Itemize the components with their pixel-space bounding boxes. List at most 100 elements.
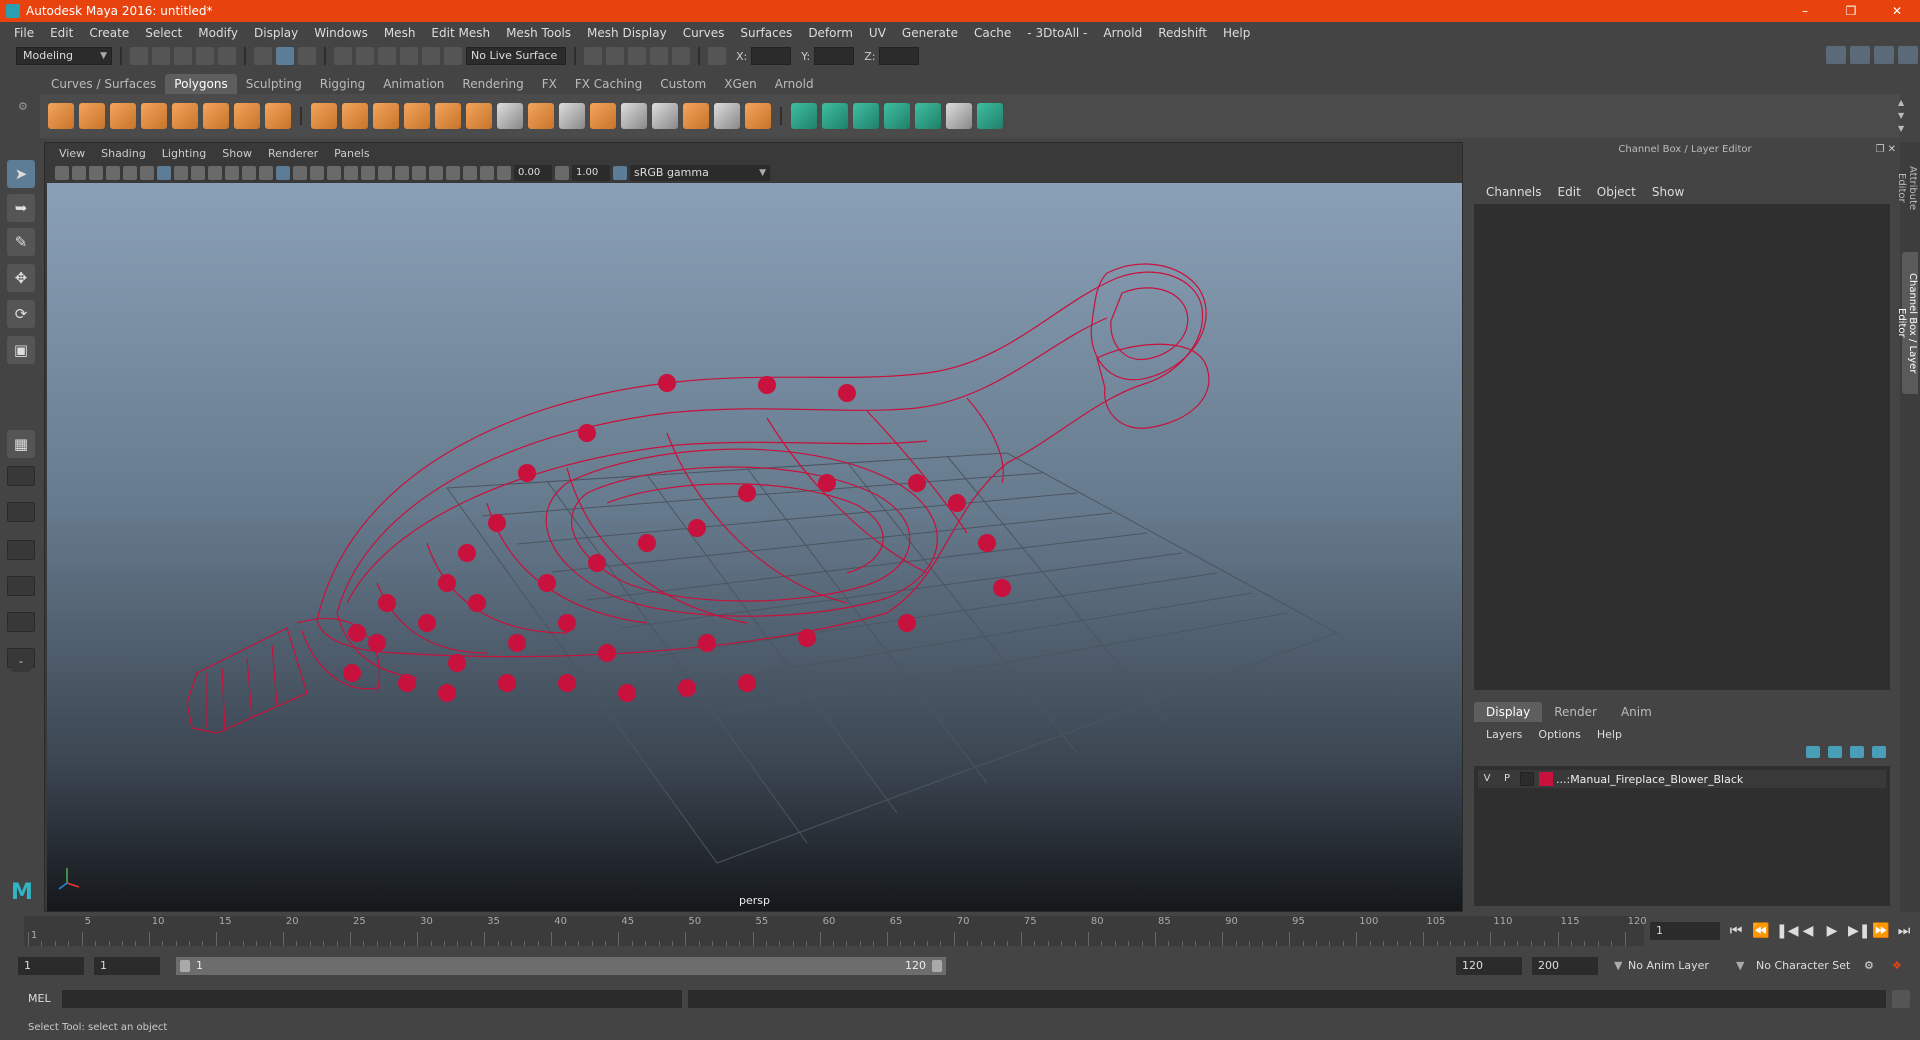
- menu-help[interactable]: Help: [1215, 26, 1258, 40]
- film-gate-icon[interactable]: [174, 166, 188, 180]
- z-field[interactable]: [879, 47, 920, 65]
- select-tool-icon[interactable]: ➤: [7, 160, 35, 188]
- cb-menu-channels[interactable]: Channels: [1478, 185, 1550, 199]
- menu-modify[interactable]: Modify: [190, 26, 246, 40]
- render-view-icon[interactable]: [584, 47, 602, 65]
- shelf-tab-animation[interactable]: Animation: [374, 74, 453, 94]
- perspective-viewport[interactable]: persp: [47, 183, 1462, 911]
- snap-live-icon[interactable]: [422, 47, 440, 65]
- lasso-tool-icon[interactable]: ➥: [7, 194, 35, 222]
- menu-mesh-display[interactable]: Mesh Display: [579, 26, 675, 40]
- 2d-pan-zoom-icon[interactable]: [123, 166, 137, 180]
- new-layer-from-selection-icon[interactable]: [1872, 746, 1886, 758]
- script-language-toggle[interactable]: MEL: [28, 991, 51, 1007]
- shelf-tab-rendering[interactable]: Rendering: [453, 74, 532, 94]
- character-set-dropdown[interactable]: No Character Set: [1750, 957, 1866, 975]
- wireframe-on-shaded-icon[interactable]: [310, 166, 324, 180]
- poly-cube-icon[interactable]: [79, 103, 105, 129]
- channel-box-area[interactable]: [1474, 204, 1890, 690]
- tab-anim[interactable]: Anim: [1609, 702, 1664, 722]
- cb-menu-edit[interactable]: Edit: [1550, 185, 1589, 199]
- field-chart-icon[interactable]: [225, 166, 239, 180]
- camera-select-icon[interactable]: [55, 166, 69, 180]
- modeling-toolkit-icon[interactable]: [1826, 46, 1846, 64]
- layer-color-swatch[interactable]: [1539, 772, 1553, 786]
- le-menu-options[interactable]: Options: [1530, 728, 1588, 741]
- open-scene-icon[interactable]: [152, 47, 170, 65]
- poly-sphere-icon[interactable]: [48, 103, 74, 129]
- menu-generate[interactable]: Generate: [894, 26, 966, 40]
- camera-attributes-icon[interactable]: [72, 166, 86, 180]
- smooth-icon[interactable]: [404, 103, 430, 129]
- poly-plane-icon[interactable]: [172, 103, 198, 129]
- grid-icon[interactable]: [157, 166, 171, 180]
- render-settings-icon[interactable]: [650, 47, 668, 65]
- persp-outliner-layout-icon[interactable]: [7, 540, 35, 560]
- menu-arnold[interactable]: Arnold: [1095, 26, 1150, 40]
- uv-editor-icon[interactable]: [915, 103, 941, 129]
- ambient-occlusion-icon[interactable]: [378, 166, 392, 180]
- reduce-icon[interactable]: [466, 103, 492, 129]
- step-forward-key-icon[interactable]: ▶❚: [1848, 922, 1871, 940]
- gamma-field[interactable]: 1.00: [572, 165, 610, 181]
- menu-deform[interactable]: Deform: [800, 26, 861, 40]
- channel-box-toggle-icon[interactable]: [1898, 46, 1918, 64]
- use-lights-icon[interactable]: [344, 166, 358, 180]
- poly-pipe-icon[interactable]: [265, 103, 291, 129]
- chevron-down-icon[interactable]: ▼: [1730, 957, 1745, 975]
- snap-curve-icon[interactable]: [356, 47, 374, 65]
- textured-icon[interactable]: [327, 166, 341, 180]
- move-layer-down-icon[interactable]: [1828, 746, 1842, 758]
- anim-preferences-icon[interactable]: ❖: [1890, 957, 1912, 975]
- attribute-editor-toggle-icon[interactable]: [1850, 46, 1870, 64]
- side-by-side-layout-icon[interactable]: [7, 502, 35, 522]
- tool-settings-toggle-icon[interactable]: [1874, 46, 1894, 64]
- shelf-tab-polygons[interactable]: Polygons: [165, 74, 237, 94]
- exposure-icon[interactable]: [497, 166, 511, 180]
- y-field[interactable]: [814, 47, 855, 65]
- step-back-key-icon[interactable]: ❚◀: [1776, 922, 1799, 940]
- current-frame-field[interactable]: 1: [1650, 922, 1720, 940]
- menu-display[interactable]: Display: [246, 26, 306, 40]
- le-menu-layers[interactable]: Layers: [1478, 728, 1530, 741]
- go-to-end-icon[interactable]: ⏭: [1896, 922, 1912, 940]
- menu-edit-mesh[interactable]: Edit Mesh: [423, 26, 498, 40]
- x-field[interactable]: [751, 47, 792, 65]
- layer-row[interactable]: V P ...:Manual_Fireplace_Blower_Black: [1478, 770, 1886, 788]
- combine-icon[interactable]: [311, 103, 337, 129]
- poly-cylinder-icon[interactable]: [110, 103, 136, 129]
- tab-display[interactable]: Display: [1474, 702, 1543, 722]
- shelf-tab-fx[interactable]: FX: [533, 74, 566, 94]
- extrude-icon[interactable]: [528, 103, 554, 129]
- menu-redshift[interactable]: Redshift: [1150, 26, 1215, 40]
- snap-view-plane-icon[interactable]: [400, 47, 418, 65]
- shelf-tab-xgen[interactable]: XGen: [715, 74, 766, 94]
- rotate-tool-icon[interactable]: ⟳: [7, 300, 35, 328]
- poly-pyramid-icon[interactable]: [234, 103, 260, 129]
- render-frame-icon[interactable]: [606, 47, 624, 65]
- select-hierarchy-icon[interactable]: [254, 47, 272, 65]
- range-end-handle[interactable]: [932, 960, 942, 972]
- vp-menu-lighting[interactable]: Lighting: [154, 147, 214, 160]
- le-menu-help[interactable]: Help: [1589, 728, 1630, 741]
- persp-graph-layout-icon[interactable]: [7, 576, 35, 596]
- snap-grid-icon[interactable]: [334, 47, 352, 65]
- xray-joints-icon[interactable]: [463, 166, 477, 180]
- layout-uv-icon[interactable]: [977, 103, 1003, 129]
- boolean-icon[interactable]: [435, 103, 461, 129]
- cb-menu-object[interactable]: Object: [1589, 185, 1644, 199]
- animation-start-field[interactable]: 1: [18, 957, 84, 975]
- append-polygon-icon[interactable]: [683, 103, 709, 129]
- gamma-icon[interactable]: [555, 166, 569, 180]
- side-tab-attribute-editor[interactable]: Attribute Editor: [1896, 148, 1918, 228]
- menu-windows[interactable]: Windows: [306, 26, 376, 40]
- shelf-tab-curves-surfaces[interactable]: Curves / Surfaces: [42, 74, 165, 94]
- shadows-icon[interactable]: [361, 166, 375, 180]
- menu-mesh[interactable]: Mesh: [376, 26, 424, 40]
- menu-edit[interactable]: Edit: [42, 26, 81, 40]
- playback-end-field[interactable]: 120: [1456, 957, 1522, 975]
- snap-point-icon[interactable]: [378, 47, 396, 65]
- mirror-icon[interactable]: [373, 103, 399, 129]
- isolate-select-icon[interactable]: [429, 166, 443, 180]
- tab-render[interactable]: Render: [1542, 702, 1609, 722]
